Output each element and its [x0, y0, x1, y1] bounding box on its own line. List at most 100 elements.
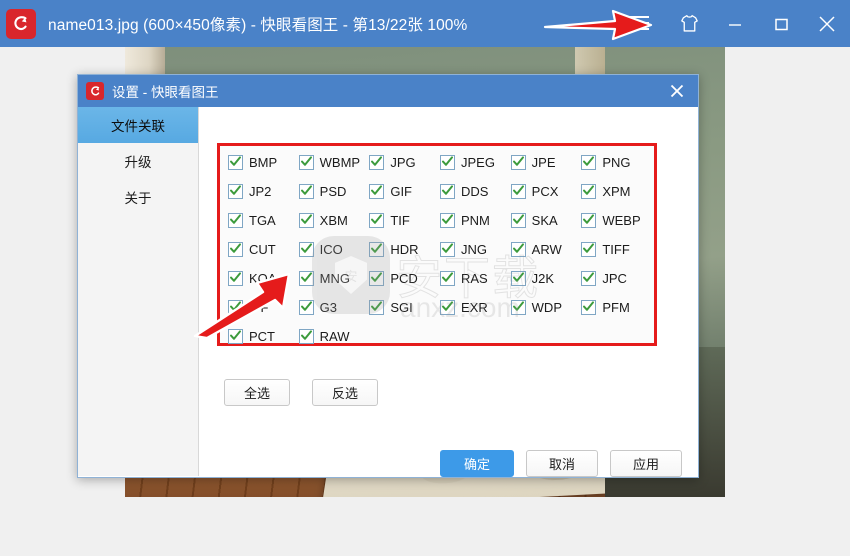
- checkbox-box: [510, 300, 526, 315]
- format-checkbox[interactable]: ARW: [510, 239, 582, 260]
- checkbox-box: [228, 300, 243, 315]
- format-checkbox[interactable]: JPEG: [439, 152, 511, 173]
- checkbox-box: [439, 213, 455, 228]
- cancel-button[interactable]: 取消: [526, 450, 598, 477]
- format-checkbox[interactable]: RAS: [439, 268, 511, 289]
- format-checkbox[interactable]: XBM: [298, 210, 370, 231]
- format-checkbox[interactable]: TIF: [369, 210, 440, 231]
- checkbox-box: [510, 213, 526, 228]
- format-checkbox[interactable]: PCD: [369, 268, 440, 289]
- sidebar-item-label: 文件关联: [111, 119, 165, 134]
- hamburger-lines: [627, 16, 649, 31]
- format-checkbox[interactable]: J2K: [510, 268, 582, 289]
- apply-button[interactable]: 应用: [610, 450, 682, 477]
- format-checkbox[interactable]: PFM: [581, 297, 652, 318]
- format-checkbox[interactable]: ICO: [298, 239, 370, 260]
- sidebar-item-label: 关于: [124, 191, 152, 206]
- format-checkbox[interactable]: WEBP: [581, 210, 652, 231]
- dialog-titlebar: 设置 - 快眼看图王: [78, 75, 698, 107]
- format-checkbox[interactable]: CUT: [228, 239, 299, 260]
- checkbox-box: [228, 184, 243, 199]
- format-label: J2K: [531, 271, 555, 286]
- format-checkbox[interactable]: BMP: [228, 152, 299, 173]
- maximize-icon[interactable]: [758, 0, 804, 47]
- file-association-highlight-box: BMP WBMP JPG JPEG JPE PNG JP2 PSD GIF DDS PCX XPM TG…: [217, 143, 657, 346]
- format-label: JNG: [460, 242, 487, 257]
- format-checkbox[interactable]: G3: [298, 297, 370, 318]
- format-checkbox[interactable]: SKA: [510, 210, 582, 231]
- close-icon[interactable]: [804, 0, 850, 47]
- format-label: KOA: [249, 271, 277, 286]
- application-window: name013.jpg (600×450像素) - 快眼看图王 - 第13/22…: [0, 0, 850, 556]
- format-checkbox[interactable]: JNG: [439, 239, 511, 260]
- format-checkbox[interactable]: RAW: [298, 326, 370, 347]
- format-checkbox[interactable]: JPG: [369, 152, 440, 173]
- format-label: JPG: [390, 155, 416, 170]
- hamburger-menu-icon[interactable]: [610, 0, 666, 47]
- select-all-button[interactable]: 全选: [224, 379, 290, 406]
- checkbox-box: [369, 155, 385, 170]
- format-checkbox[interactable]: JPC: [581, 268, 652, 289]
- checkbox-box: [439, 300, 455, 315]
- format-label: BMP: [249, 155, 278, 170]
- checkbox-box: [298, 184, 314, 199]
- format-label: JPC: [602, 271, 627, 286]
- format-label: WBMP: [319, 155, 361, 170]
- format-checkbox[interactable]: GIF: [369, 181, 440, 202]
- checkbox-box: [298, 213, 314, 228]
- format-checkbox[interactable]: EXR: [439, 297, 511, 318]
- format-checkbox[interactable]: SGI: [369, 297, 440, 318]
- format-label: ARW: [531, 242, 562, 257]
- format-checkbox[interactable]: KOA: [228, 268, 299, 289]
- checkbox-box: [581, 213, 597, 228]
- format-label: XBM: [319, 213, 348, 228]
- format-checkbox[interactable]: HDR: [369, 239, 440, 260]
- format-label: DDS: [460, 184, 489, 199]
- format-checkbox[interactable]: DDS: [439, 181, 511, 202]
- format-checkbox[interactable]: WBMP: [298, 152, 370, 173]
- sidebar-item-about[interactable]: 关于: [78, 179, 198, 215]
- minimize-icon[interactable]: [712, 0, 758, 47]
- format-checkbox[interactable]: PNM: [439, 210, 511, 231]
- format-label: JPE: [531, 155, 556, 170]
- format-checkbox[interactable]: PCX: [510, 181, 582, 202]
- format-label: HDR: [390, 242, 419, 257]
- checkbox-box: [369, 213, 385, 228]
- format-label: PFM: [602, 300, 630, 315]
- checkbox-box: [298, 329, 314, 344]
- format-checkbox[interactable]: TGA: [228, 210, 299, 231]
- format-checkbox[interactable]: JPE: [510, 152, 582, 173]
- shirt-skin-icon[interactable]: [666, 0, 712, 47]
- checkbox-box: [298, 300, 314, 315]
- format-label: PSD: [319, 184, 347, 199]
- format-checkbox[interactable]: JP2: [228, 181, 299, 202]
- main-window-title: name013.jpg (600×450像素) - 快眼看图王 - 第13/22…: [48, 16, 468, 34]
- format-label: PNM: [460, 213, 490, 228]
- format-label: RAS: [460, 271, 488, 286]
- dialog-title: 设置 - 快眼看图王: [112, 85, 219, 100]
- format-label: GIF: [390, 184, 412, 199]
- format-checkbox[interactable]: IFF: [228, 297, 299, 318]
- format-checkbox[interactable]: XPM: [581, 181, 652, 202]
- format-checkbox[interactable]: PSD: [298, 181, 370, 202]
- checkbox-box: [228, 155, 243, 170]
- format-checkbox[interactable]: TIFF: [581, 239, 652, 260]
- ok-button[interactable]: 确定: [440, 450, 514, 477]
- sidebar-item-file-association[interactable]: 文件关联: [78, 107, 198, 143]
- format-checkbox[interactable]: MNG: [298, 268, 370, 289]
- format-checkbox[interactable]: PCT: [228, 326, 299, 347]
- format-label: XPM: [602, 184, 631, 199]
- checkbox-box: [369, 184, 385, 199]
- dialog-close-icon[interactable]: [656, 75, 698, 107]
- invert-selection-button[interactable]: 反选: [312, 379, 378, 406]
- sidebar-item-upgrade[interactable]: 升级: [78, 143, 198, 179]
- app-logo-icon: [6, 8, 36, 39]
- dialog-action-button-row: 确定 取消 应用: [440, 450, 682, 477]
- format-checkbox[interactable]: WDP: [510, 297, 582, 318]
- format-label: EXR: [460, 300, 488, 315]
- dialog-body: 文件关联 升级 关于 BMP WBMP JPG JPEG JPE PNG JP2 PSD GIF…: [78, 107, 698, 477]
- checkbox-box: [581, 271, 597, 286]
- checkbox-box: [510, 155, 526, 170]
- format-label: IFF: [249, 300, 269, 315]
- format-checkbox[interactable]: PNG: [581, 152, 652, 173]
